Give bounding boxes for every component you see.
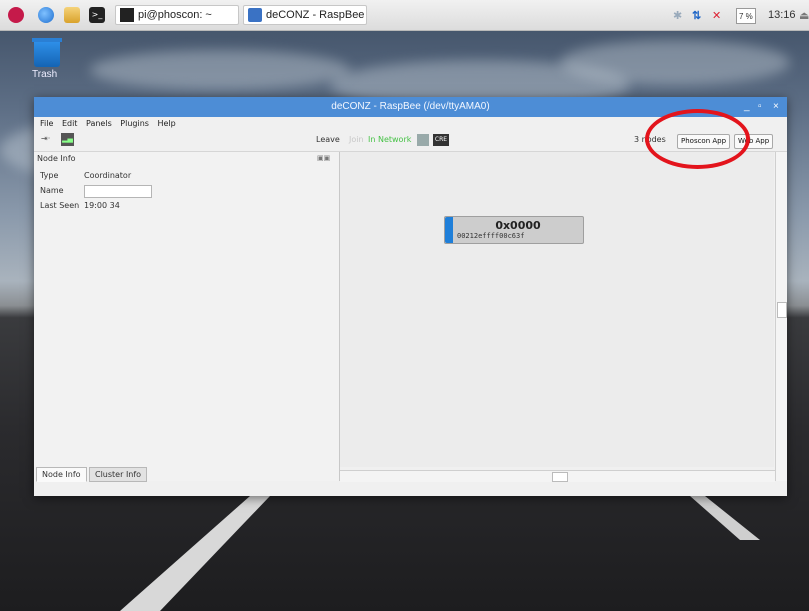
type-value: Coordinator (84, 171, 132, 180)
leave-button[interactable]: Leave (316, 135, 340, 144)
coordinator-node[interactable]: 0x0000 00212effff00c63f (444, 216, 584, 244)
type-label: Type (40, 171, 59, 180)
node-address: 0x0000 (495, 219, 541, 232)
raspberry-menu-icon[interactable] (8, 7, 24, 23)
menu-edit[interactable]: Edit (62, 117, 78, 130)
task-terminal[interactable]: pi@phoscon: ~ (115, 5, 239, 25)
eject-icon[interactable]: ⏏ (799, 5, 809, 25)
road-line-right (690, 496, 760, 540)
tab-cluster-info[interactable]: Cluster Info (89, 467, 148, 482)
menu-plugins[interactable]: Plugins (120, 117, 149, 130)
tab-node-info[interactable]: Node Info (36, 467, 87, 482)
panel-title: Node Info (37, 154, 76, 163)
last-seen-label: Last Seen (40, 201, 80, 210)
node-stripe (445, 217, 453, 243)
antenna-icon[interactable]: ⇥· (41, 134, 50, 143)
maximize-icon[interactable]: ▫ (758, 97, 762, 117)
network-status: In Network (368, 135, 412, 144)
panel-tabs: Node Info Cluster Info (34, 467, 339, 482)
node-mac: 00212effff00c63f (457, 232, 525, 240)
menu-help[interactable]: Help (157, 117, 175, 130)
menu-file[interactable]: File (40, 117, 53, 130)
file-manager-icon[interactable] (64, 7, 80, 23)
volume-indicator[interactable]: 7 % (736, 8, 756, 24)
network-icon[interactable]: ⇅ (692, 5, 701, 25)
horizontal-scroll-thumb[interactable] (552, 472, 568, 482)
qr-icon[interactable] (417, 134, 429, 146)
volume-muted-icon[interactable]: ✕ (712, 5, 721, 25)
road-line-left (120, 496, 270, 611)
task-terminal-label: pi@phoscon: ~ (138, 9, 212, 21)
window-title: deCONZ - RaspBee (/dev/ttyAMA0) (331, 101, 490, 112)
close-icon[interactable]: × (773, 97, 779, 117)
horizontal-scrollbar[interactable] (340, 470, 775, 482)
terminal-icon (120, 8, 134, 22)
name-label: Name (40, 186, 64, 195)
cre-badge: CRE (433, 134, 449, 146)
menu-panels[interactable]: Panels (86, 117, 112, 130)
network-canvas[interactable] (340, 152, 774, 467)
vertical-scroll-thumb[interactable] (777, 302, 787, 318)
highlight-circle (645, 109, 750, 169)
panel-float-close-icon[interactable]: ▣▣ (317, 154, 330, 162)
task-browser-label: deCONZ - RaspBee (... (266, 9, 366, 21)
trash-icon (34, 42, 60, 67)
name-field[interactable] (84, 185, 152, 198)
vertical-scrollbar[interactable] (775, 152, 787, 481)
taskbar: >_ pi@phoscon: ~ deCONZ - RaspBee (... ✱… (0, 0, 809, 31)
terminal-icon[interactable]: >_ (89, 7, 105, 23)
minimize-icon[interactable]: _ (744, 97, 750, 117)
browser-icon (248, 8, 262, 22)
join-button[interactable]: Join (349, 135, 364, 144)
node-info-panel: Node Info ▣▣ Type Coordinator Name Last … (34, 152, 340, 481)
task-browser[interactable]: deCONZ - RaspBee (... (243, 5, 367, 25)
clock: 13:16 (768, 9, 796, 21)
last-seen-value: 19:00 34 (84, 201, 120, 210)
bluetooth-icon[interactable]: ✱ (673, 5, 682, 25)
trash-label: Trash (32, 69, 58, 80)
trash-desktop-icon[interactable]: Trash (32, 38, 62, 82)
signal-icon[interactable]: ▂▄ (61, 133, 74, 146)
web-browser-icon[interactable] (38, 7, 54, 23)
